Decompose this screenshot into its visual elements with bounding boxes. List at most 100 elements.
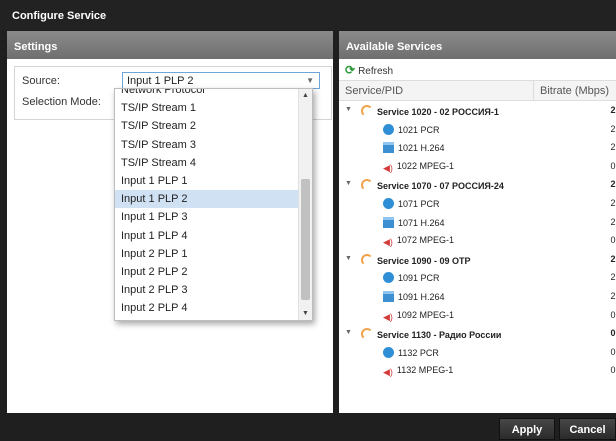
- row-name-cell: ◀) 1072 MPEG-1: [383, 235, 454, 248]
- dropdown-scrollbar[interactable]: ▲ ▼: [298, 89, 312, 320]
- dropdown-option[interactable]: TS/IP Stream 3: [115, 136, 299, 154]
- dropdown-option[interactable]: Input 1 PLP 1: [115, 172, 299, 190]
- row-name: Service 1130 - Радио России: [377, 330, 502, 341]
- pid-row[interactable]: ◀)1092 MPEG-1 0.197: [339, 306, 616, 325]
- source-dropdown-list[interactable]: Network Protocol TS/IP Stream 1 TS/IP Stre…: [114, 88, 313, 321]
- speaker-icon: ◀): [383, 367, 393, 378]
- row-name: Service 1020 - 02 РОССИЯ-1: [377, 107, 499, 117]
- expand-toggle-icon[interactable]: ▼: [345, 255, 352, 262]
- row-name-cell: 1132 PCR: [383, 346, 439, 358]
- expand-toggle-icon[interactable]: ▼: [345, 106, 352, 113]
- satellite-icon: [361, 179, 373, 192]
- tv-icon: [383, 290, 394, 302]
- row-bitrate: 0.197: [610, 160, 616, 171]
- dropdown-option[interactable]: TS/IP Stream 2: [115, 117, 299, 135]
- pid-row[interactable]: 1021 H.264 2.716: [339, 138, 616, 157]
- row-bitrate: 2.913: [610, 105, 616, 115]
- settings-header: Settings: [7, 31, 333, 59]
- window-title: Configure Service: [0, 0, 616, 30]
- service-row[interactable]: ▼ Service 1020 - 02 РОССИЯ-1 2.913: [339, 101, 616, 120]
- refresh-button[interactable]: ⟳ Refresh: [345, 63, 394, 77]
- row-name-cell: 1091 H.264: [383, 290, 445, 302]
- source-select[interactable]: Input 1 PLP 2 ▼: [122, 72, 320, 89]
- expand-toggle-icon[interactable]: ▼: [345, 180, 352, 187]
- scrollbar-thumb[interactable]: [301, 179, 310, 300]
- service-row[interactable]: ▼ Service 1090 - 09 OTP 2.912: [339, 250, 616, 269]
- row-name: 1091 H.264: [398, 291, 445, 302]
- row-name: 1091 PCR: [398, 273, 440, 284]
- dropdown-option[interactable]: Network Protocol: [115, 89, 299, 99]
- services-column-header: Service/PID Bitrate (Mbps): [339, 81, 616, 101]
- dropdown-option[interactable]: TS/IP Stream 1: [115, 99, 299, 117]
- dropdown-option[interactable]: Input 1 PLP 2: [115, 190, 299, 209]
- pid-row[interactable]: ◀)1072 MPEG-1 0.199: [339, 231, 616, 250]
- dropdown-option[interactable]: Input 1 PLP 3: [115, 208, 299, 226]
- apply-button[interactable]: Apply: [499, 418, 555, 440]
- tv-icon: [383, 142, 394, 154]
- speaker-icon: ◀): [383, 311, 393, 322]
- pid-row[interactable]: 1071 H.264 2.718: [339, 213, 616, 232]
- pid-row[interactable]: 1091 PCR 2.715: [339, 268, 616, 287]
- row-name-cell: 1021 PCR: [383, 123, 440, 135]
- pid-row[interactable]: 1132 PCR 0.209: [339, 343, 616, 362]
- dropdown-option[interactable]: Input 2 PLP 1: [115, 245, 299, 263]
- satellite-icon: [361, 253, 373, 266]
- scroll-down-icon[interactable]: ▼: [302, 310, 309, 317]
- dropdown-option[interactable]: Input 1 PLP 4: [115, 227, 299, 245]
- row-name: Service 1090 - 09 OTP: [377, 255, 471, 266]
- row-name-cell: ◀) 1092 MPEG-1: [383, 310, 454, 323]
- row-name: 1071 PCR: [398, 198, 440, 209]
- speaker-icon: ◀): [383, 162, 393, 173]
- pid-row[interactable]: 1071 PCR 2.718: [339, 194, 616, 213]
- pid-row[interactable]: 1021 PCR 2.716: [339, 120, 616, 139]
- row-name: 1132 PCR: [398, 347, 439, 358]
- expand-toggle-icon[interactable]: ▼: [345, 329, 352, 336]
- row-bitrate: 2.716: [610, 142, 616, 153]
- row-name-cell: Service 1070 - 07 РОССИЯ-24: [361, 179, 504, 192]
- service-row[interactable]: ▼ Service 1130 - Радио России 0.209: [339, 324, 616, 343]
- pid-row[interactable]: ◀)1132 MPEG-1 0.209: [339, 361, 616, 380]
- source-select-value: Input 1 PLP 2: [127, 75, 194, 87]
- service-row[interactable]: ▼ Service 1070 - 07 РОССИЯ-24 2.916: [339, 175, 616, 194]
- column-bitrate[interactable]: Bitrate (Mbps): [533, 81, 616, 101]
- satellite-icon: [361, 105, 373, 117]
- pid-row[interactable]: 1091 H.264 2.715: [339, 287, 616, 306]
- dropdown-option[interactable]: Input 2 PLP 4: [115, 299, 299, 317]
- refresh-icon: ⟳: [345, 63, 356, 77]
- row-name-cell: 1071 H.264: [383, 216, 445, 228]
- tv-icon: [383, 216, 394, 228]
- dropdown-option[interactable]: Input 2 PLP 3: [115, 281, 299, 299]
- row-name-cell: 1071 PCR: [383, 197, 440, 209]
- column-service-pid[interactable]: Service/PID: [345, 85, 403, 97]
- clock-icon: [383, 272, 394, 284]
- services-header: Available Services: [339, 31, 616, 59]
- dropdown-option[interactable]: Input 2 PLP 2: [115, 263, 299, 281]
- row-name: 1021 PCR: [398, 124, 440, 135]
- row-bitrate: 0.209: [610, 346, 616, 357]
- dropdown-option[interactable]: TS/IP Stream 4: [115, 154, 299, 172]
- row-name: 1071 H.264: [398, 217, 445, 228]
- refresh-label: Refresh: [358, 66, 394, 77]
- row-bitrate: 0.209: [610, 328, 616, 339]
- scroll-up-icon[interactable]: ▲: [302, 92, 309, 99]
- row-bitrate: 2.916: [610, 179, 616, 190]
- row-name-cell: 1021 H.264: [383, 142, 445, 154]
- pid-row[interactable]: ◀)1022 MPEG-1 0.197: [339, 157, 616, 176]
- row-name: 1072 MPEG-1: [396, 235, 454, 246]
- services-tree: ▼ Service 1020 - 02 РОССИЯ-1 2.913 1021 PCR…: [339, 101, 616, 380]
- services-toolbar: ⟳ Refresh: [339, 59, 616, 81]
- row-bitrate: 0.209: [610, 365, 616, 376]
- row-name-cell: ◀) 1022 MPEG-1: [383, 161, 454, 174]
- row-bitrate: 2.718: [610, 197, 616, 208]
- clock-icon: [383, 346, 394, 358]
- row-bitrate: 0.197: [610, 309, 616, 320]
- chevron-down-icon: ▼: [306, 76, 314, 85]
- row-name: Service 1070 - 07 РОССИЯ-24: [377, 181, 504, 192]
- satellite-icon: [361, 328, 373, 341]
- speaker-icon: ◀): [383, 237, 393, 248]
- cancel-button[interactable]: Cancel: [559, 418, 616, 440]
- row-name-cell: Service 1130 - Радио России: [361, 328, 502, 341]
- clock-icon: [383, 123, 394, 135]
- row-name-cell: Service 1090 - 09 OTP: [361, 253, 471, 266]
- row-name-cell: ◀) 1132 MPEG-1: [383, 365, 453, 378]
